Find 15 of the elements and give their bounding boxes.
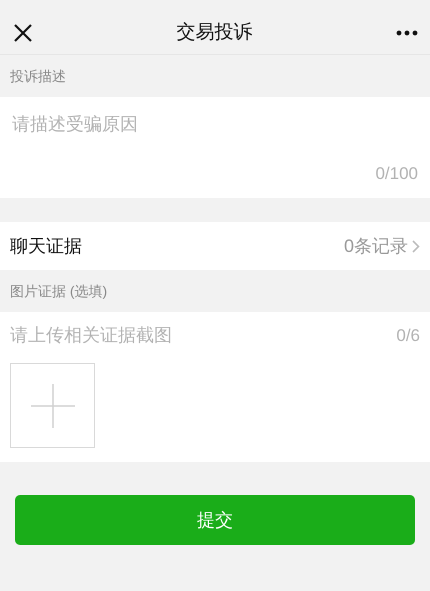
- section-label: 投诉描述: [10, 66, 66, 86]
- upload-hint: 请上传相关证据截图: [10, 324, 172, 347]
- image-counter: 0/6: [396, 324, 420, 347]
- chat-evidence-row[interactable]: 聊天证据 0条记录: [0, 222, 430, 270]
- chevron-right-icon: [412, 240, 420, 252]
- close-icon[interactable]: [13, 23, 33, 43]
- placeholder-text: 请描述受骗原因: [12, 113, 139, 136]
- page-title: 交易投诉: [176, 20, 252, 45]
- section-label: 图片证据 (选填): [10, 282, 108, 301]
- plus-icon: [30, 384, 74, 428]
- description-field[interactable]: 请描述受骗原因 0/100: [0, 97, 430, 198]
- more-icon[interactable]: [396, 30, 418, 36]
- record-count: 0条记录: [344, 234, 408, 258]
- character-counter: 0/100: [375, 162, 418, 184]
- submit-button[interactable]: 提交: [15, 495, 415, 545]
